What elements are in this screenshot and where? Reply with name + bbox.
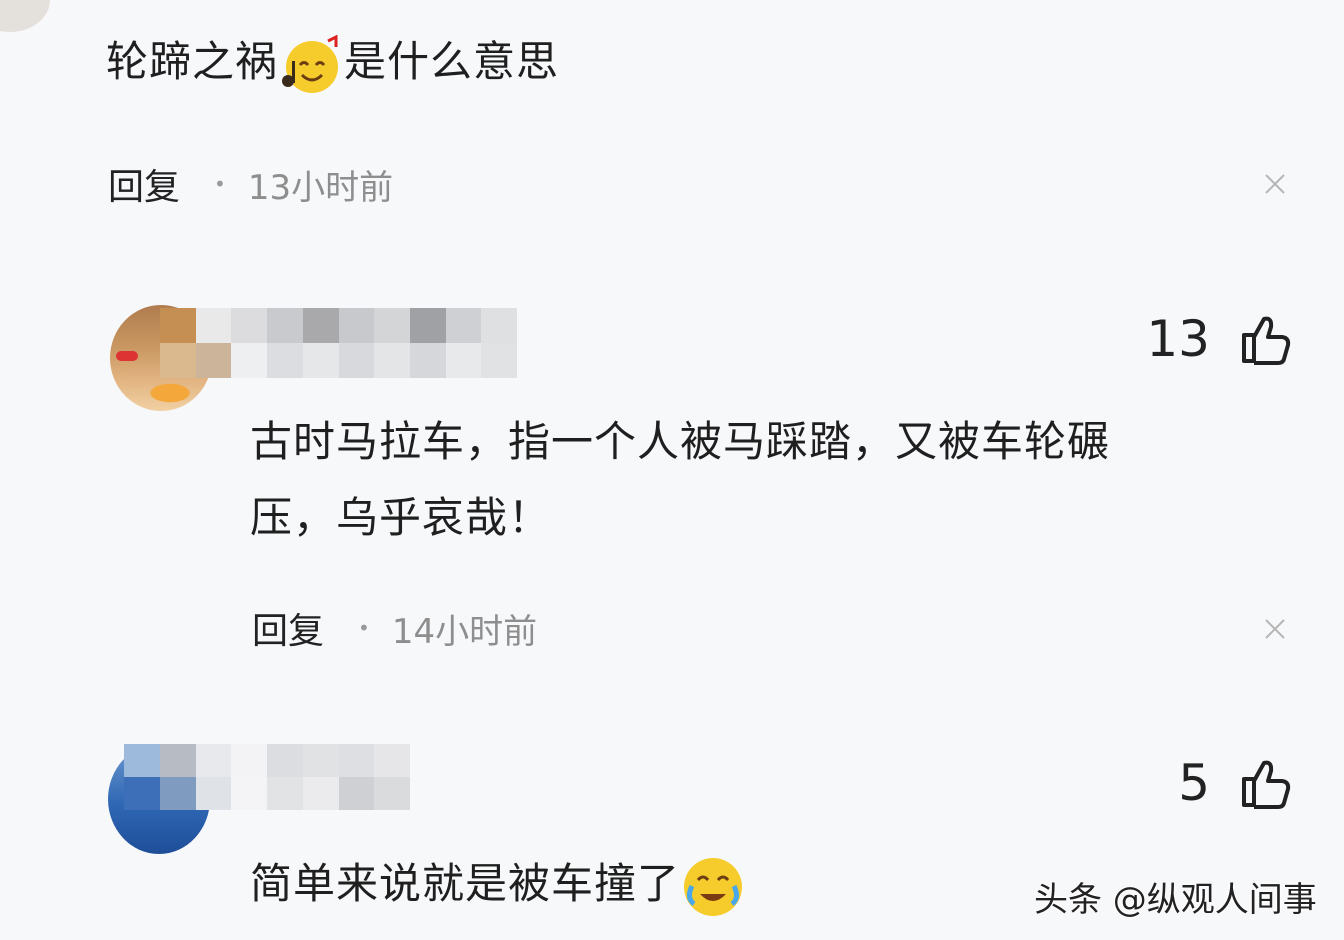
reply-button[interactable]: 回复 — [252, 602, 324, 654]
username-blurred[interactable] — [160, 308, 517, 378]
partial-avatar[interactable] — [0, 0, 50, 32]
comment-text-part: 是什么意思 — [344, 37, 560, 86]
comment-text: 轮蹄之祸 是什么意思 — [106, 26, 559, 98]
like-count-value: 13 — [1146, 310, 1210, 368]
music-smile-emoji-icon — [282, 34, 339, 93]
thumbs-up-icon[interactable] — [1240, 313, 1292, 365]
comment-text-part: 轮蹄之祸 — [106, 37, 279, 86]
crying-laugh-emoji-icon — [684, 857, 743, 916]
comment-text-line: 压，乌乎哀哉！ — [250, 493, 552, 542]
reply-button[interactable]: 回复 — [108, 158, 180, 210]
close-icon[interactable] — [1264, 618, 1286, 640]
separator-dot: • — [358, 616, 370, 640]
comment-text: 简单来说就是被车撞了 — [250, 848, 746, 920]
username-blurred[interactable] — [124, 744, 410, 810]
like-count[interactable]: 13 — [1146, 310, 1292, 368]
close-icon[interactable] — [1264, 173, 1286, 195]
like-count[interactable]: 5 — [1178, 754, 1292, 812]
watermark: 头条 @纵观人间事 — [1034, 880, 1317, 920]
timestamp: 13小时前 — [247, 167, 394, 208]
thumbs-up-icon[interactable] — [1240, 757, 1292, 809]
comment-text-line: 古时马拉车，指一个人被马踩踏，又被车轮碾 — [250, 417, 1111, 466]
like-count-value: 5 — [1178, 754, 1210, 812]
separator-dot: • — [214, 172, 226, 196]
comment-meta: 回复 • 14小时前 — [252, 602, 537, 654]
comment-text-part: 简单来说就是被车撞了 — [250, 859, 681, 908]
timestamp: 14小时前 — [391, 611, 538, 652]
comment-meta: 回复 • 13小时前 — [108, 158, 393, 210]
